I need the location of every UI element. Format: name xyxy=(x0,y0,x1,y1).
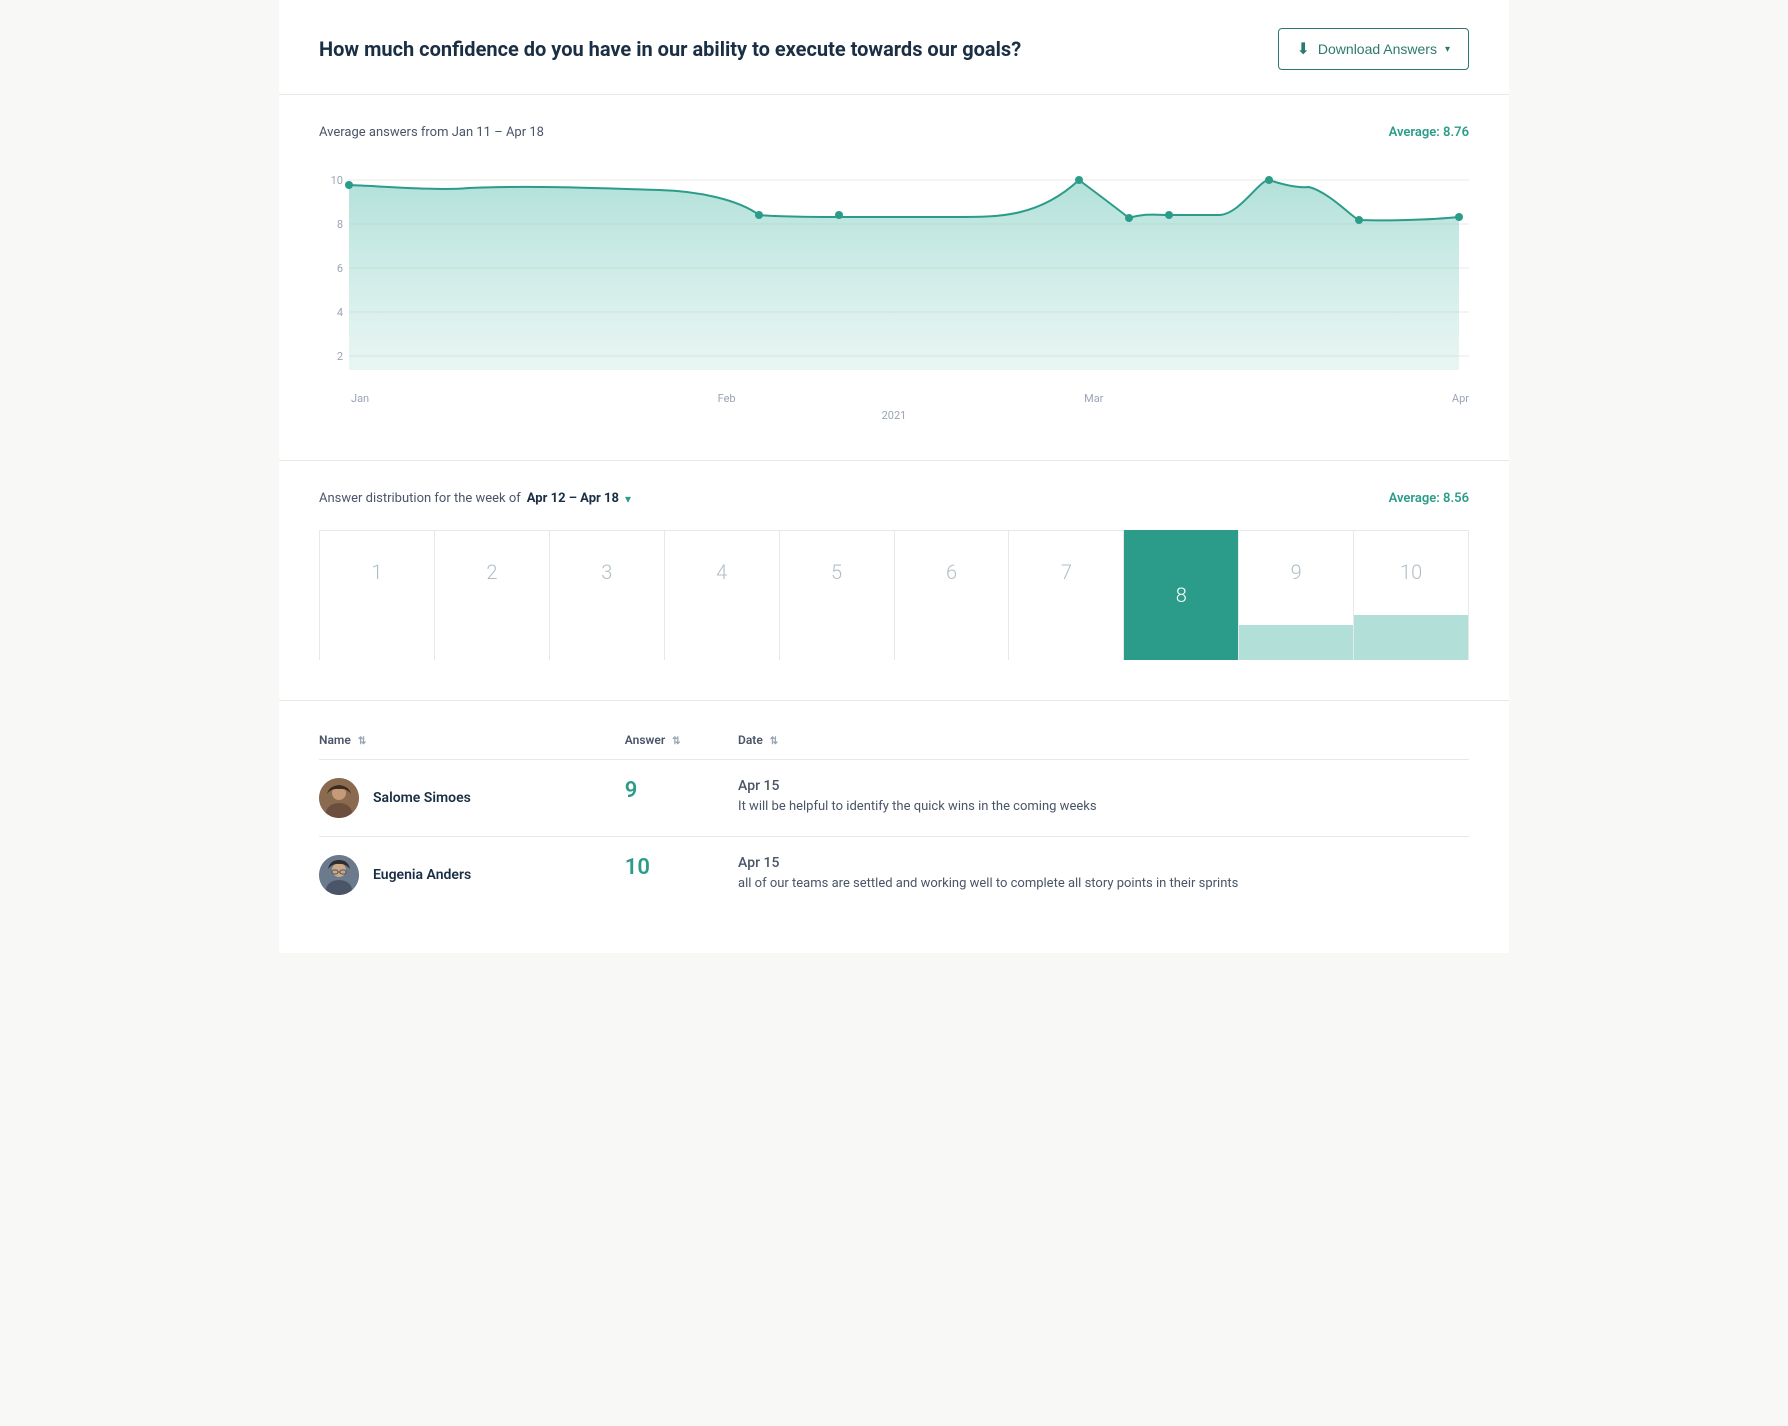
name-cell-inner-eugenia: Eugenia Anders xyxy=(319,855,609,895)
date-cell-salome: Apr 15 It will be helpful to identify th… xyxy=(738,760,1469,837)
comment-salome: It will be helpful to identify the quick… xyxy=(738,798,1453,816)
chart-average: Average: 8.76 xyxy=(1389,125,1469,140)
distribution-section: Answer distribution for the week of Apr … xyxy=(279,461,1509,701)
page-title: How much confidence do you have in our a… xyxy=(319,36,1021,62)
dist-bar-label-4: 4 xyxy=(716,560,727,584)
chart-title: Average answers from Jan 11 – Apr 18 xyxy=(319,125,544,140)
svg-text:10: 10 xyxy=(331,174,343,187)
chart-svg: 10 8 6 4 2 xyxy=(319,160,1469,380)
table-row: Eugenia Anders 10 Apr 15 all of our team… xyxy=(319,837,1469,914)
name-cell-eugenia: Eugenia Anders xyxy=(319,837,625,914)
header-section: How much confidence do you have in our a… xyxy=(279,0,1509,95)
distribution-average: Average: 8.56 xyxy=(1389,491,1469,506)
dist-bar-label-7: 7 xyxy=(1061,560,1072,584)
person-name-salome: Salome Simoes xyxy=(373,790,471,806)
avatar-salome xyxy=(319,778,359,818)
answers-table: Name ⇅ Answer ⇅ Date ⇅ xyxy=(319,721,1469,913)
avatar-eugenia xyxy=(319,855,359,895)
x-label-mar: Mar xyxy=(1084,392,1103,405)
sort-icon-answer: ⇅ xyxy=(672,736,680,747)
distribution-average-label: Average: xyxy=(1389,491,1440,506)
answer-cell-eugenia: 10 xyxy=(625,837,738,914)
dist-bar-col-4: 4 xyxy=(665,530,780,660)
column-header-name[interactable]: Name ⇅ xyxy=(319,721,625,760)
chart-section: Average answers from Jan 11 – Apr 18 Ave… xyxy=(279,95,1509,461)
svg-text:2: 2 xyxy=(337,350,343,363)
person-name-eugenia: Eugenia Anders xyxy=(373,867,471,883)
name-cell-salome: Salome Simoes xyxy=(319,760,625,837)
answer-value-eugenia: 10 xyxy=(625,855,722,880)
column-header-answer[interactable]: Answer ⇅ xyxy=(625,721,738,760)
dist-bar-label-2: 2 xyxy=(486,560,497,584)
dist-bar-9 xyxy=(1239,625,1353,660)
dist-bar-10 xyxy=(1354,615,1468,660)
date-cell-eugenia: Apr 15 all of our teams are settled and … xyxy=(738,837,1469,914)
distribution-bars: 1 2 3 4 5 xyxy=(319,530,1469,660)
dist-bar-label-3: 3 xyxy=(601,560,612,584)
dist-bar-label-1: 1 xyxy=(371,560,382,584)
chart-header: Average answers from Jan 11 – Apr 18 Ave… xyxy=(319,125,1469,140)
download-icon: ⬇ xyxy=(1297,39,1310,59)
dist-bar-label-8: 8 xyxy=(1176,583,1187,607)
table-header-row: Name ⇅ Answer ⇅ Date ⇅ xyxy=(319,721,1469,760)
column-header-date[interactable]: Date ⇅ xyxy=(738,721,1469,760)
answer-value-salome: 9 xyxy=(625,778,722,803)
comment-eugenia: all of our teams are settled and working… xyxy=(738,875,1453,893)
chart-year: 2021 xyxy=(319,409,1469,422)
x-label-jan: Jan xyxy=(351,392,369,405)
svg-text:6: 6 xyxy=(337,262,343,275)
dist-bar-col-8: 8 xyxy=(1124,530,1239,660)
distribution-date-range: Apr 12 – Apr 18 xyxy=(527,491,619,506)
dist-bar-label-6: 6 xyxy=(946,560,957,584)
distribution-dropdown-icon[interactable]: ▾ xyxy=(625,492,631,506)
table-section: Name ⇅ Answer ⇅ Date ⇅ xyxy=(279,701,1509,953)
distribution-header: Answer distribution for the week of Apr … xyxy=(319,491,1469,506)
dist-bar-col-3: 3 xyxy=(550,530,665,660)
dist-bar-col-7: 7 xyxy=(1009,530,1124,660)
dist-bar-col-9: 9 xyxy=(1239,530,1354,660)
chart-average-value: 8.76 xyxy=(1443,125,1469,140)
dist-bar-label-5: 5 xyxy=(831,560,842,584)
sort-icon-date: ⇅ xyxy=(770,736,778,747)
dist-bar-col-5: 5 xyxy=(780,530,895,660)
dist-bar-label-10: 10 xyxy=(1400,560,1422,584)
x-label-apr: Apr xyxy=(1452,392,1469,405)
distribution-average-value: 8.56 xyxy=(1443,491,1469,506)
date-eugenia: Apr 15 xyxy=(738,855,1453,871)
download-answers-button[interactable]: ⬇ Download Answers ▾ xyxy=(1278,28,1470,70)
page-container: How much confidence do you have in our a… xyxy=(279,0,1509,953)
dist-bar-col-2: 2 xyxy=(435,530,550,660)
chevron-down-icon: ▾ xyxy=(1445,44,1450,55)
x-label-feb: Feb xyxy=(718,392,736,405)
dist-bar-col-1: 1 xyxy=(319,530,435,660)
svg-text:8: 8 xyxy=(337,218,343,231)
distribution-title-prefix: Answer distribution for the week of xyxy=(319,491,521,506)
chart-x-labels: Jan Feb Mar Apr xyxy=(319,384,1469,405)
name-cell-inner: Salome Simoes xyxy=(319,778,609,818)
dist-bar-label-9: 9 xyxy=(1291,560,1302,584)
answer-cell-salome: 9 xyxy=(625,760,738,837)
chart-average-label: Average: xyxy=(1389,125,1440,140)
distribution-title: Answer distribution for the week of Apr … xyxy=(319,491,631,506)
date-salome: Apr 15 xyxy=(738,778,1453,794)
download-button-label: Download Answers xyxy=(1318,41,1437,57)
table-row: Salome Simoes 9 Apr 15 It will be helpfu… xyxy=(319,760,1469,837)
svg-text:4: 4 xyxy=(337,306,343,319)
dist-bar-col-6: 6 xyxy=(895,530,1010,660)
sort-icon-name: ⇅ xyxy=(358,736,366,747)
dist-bar-col-10: 10 xyxy=(1354,530,1469,660)
chart-area: 10 8 6 4 2 xyxy=(319,160,1469,420)
